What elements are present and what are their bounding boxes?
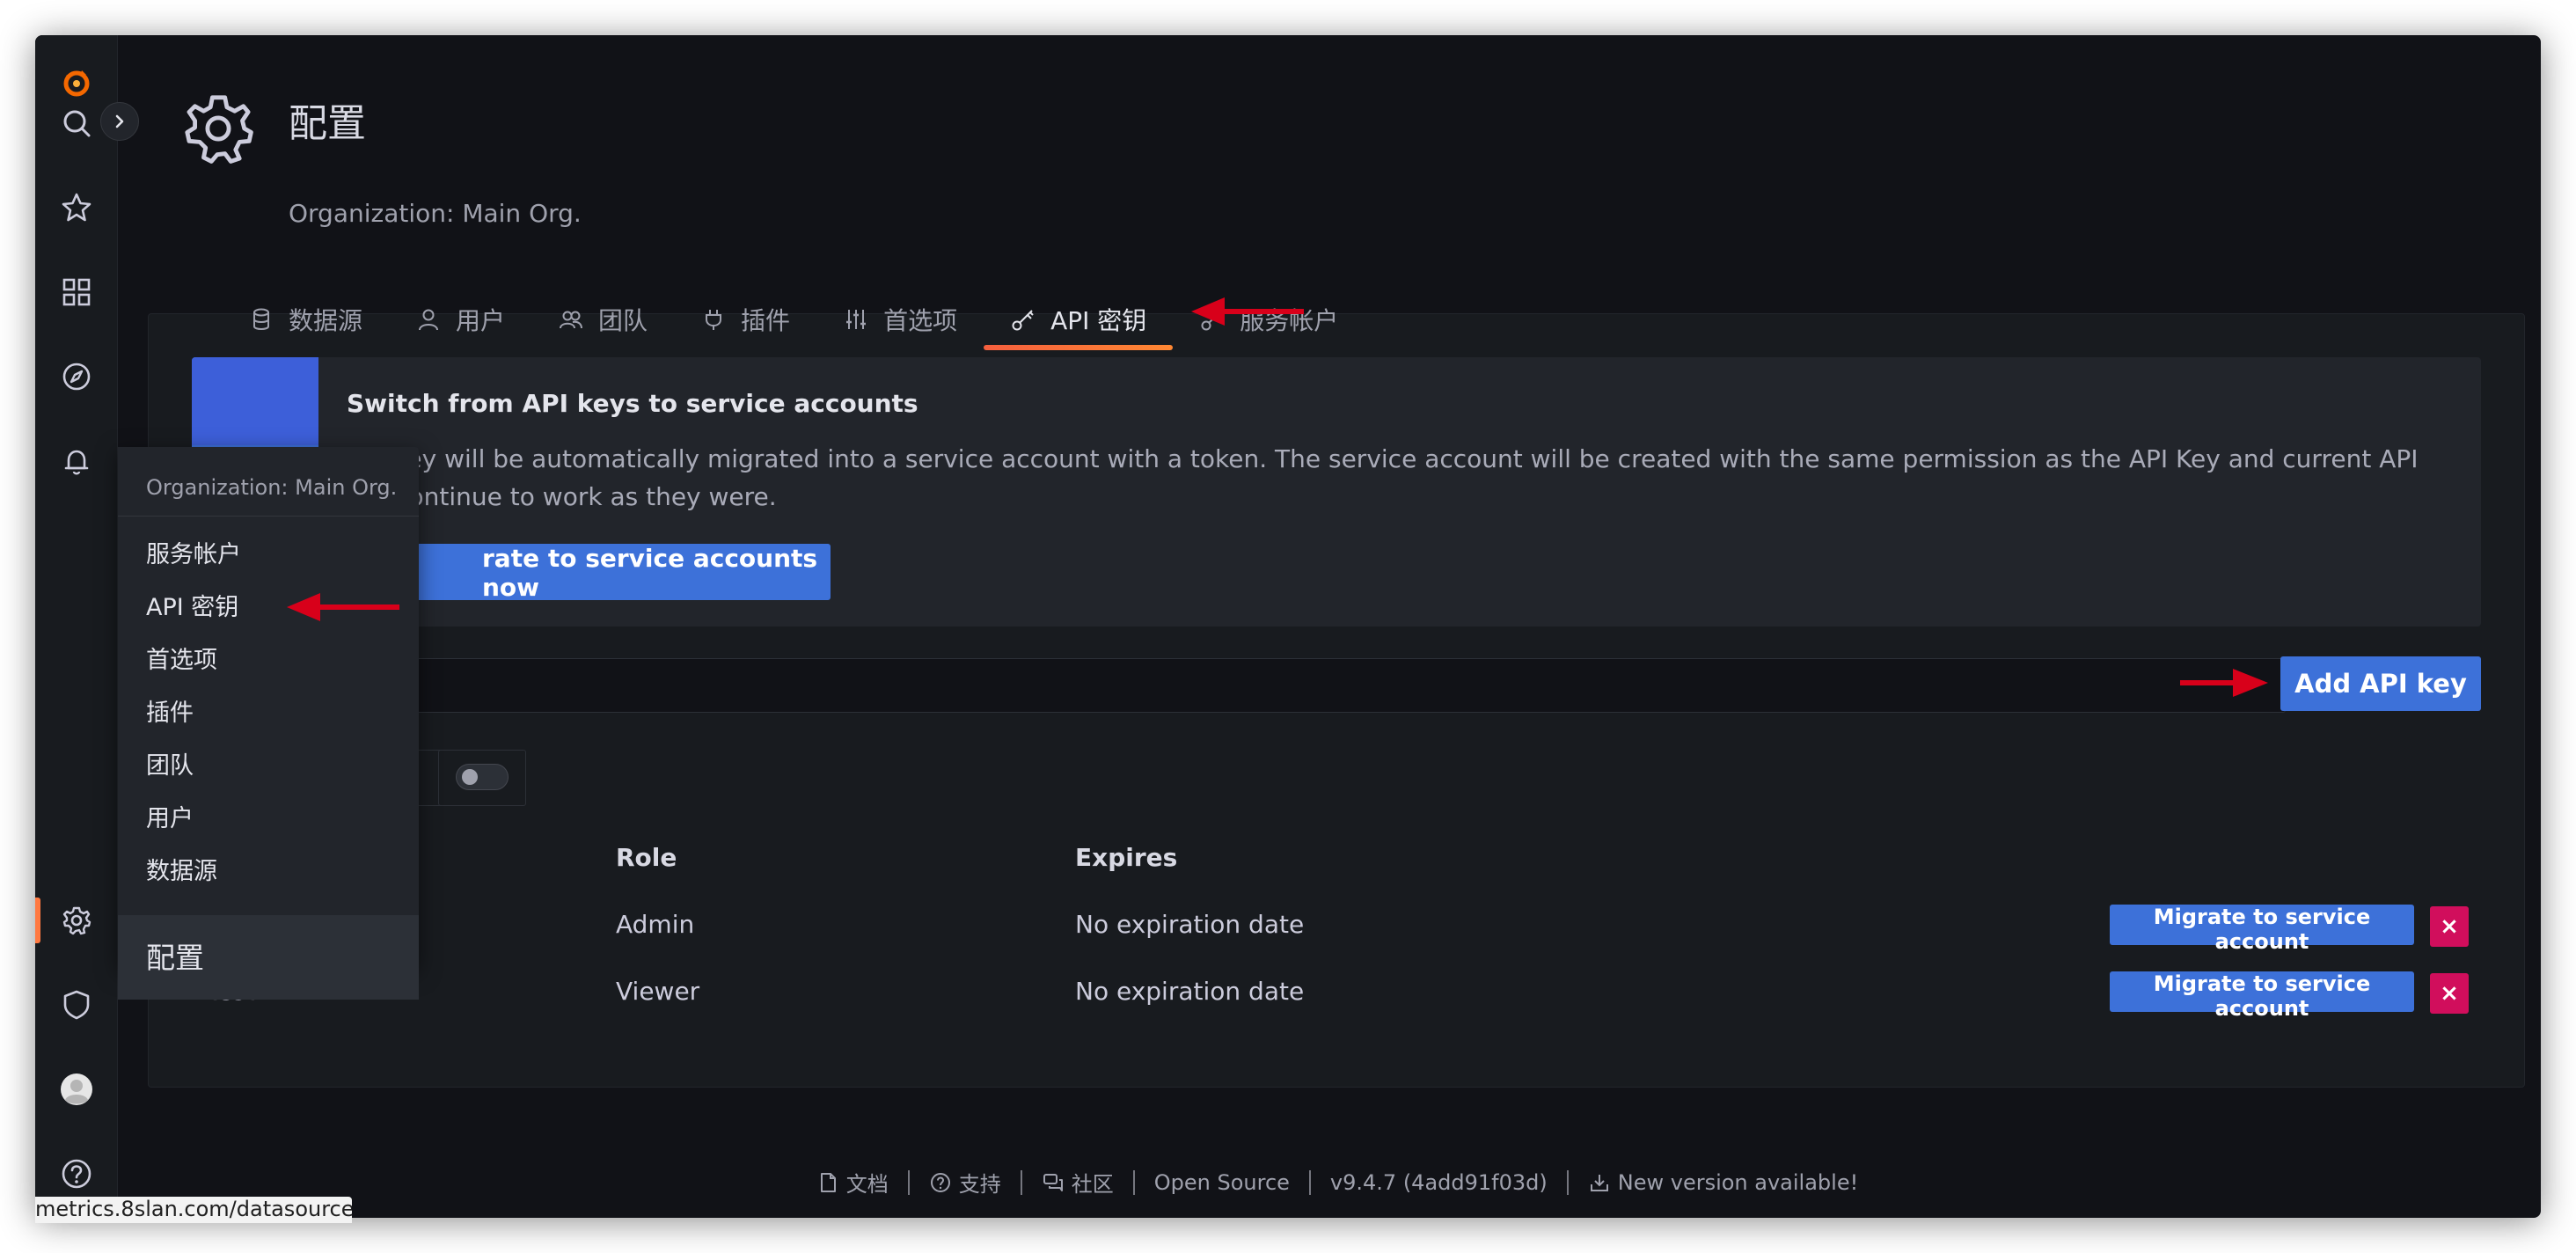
footer-label: 支持 [958, 1172, 1001, 1197]
tab-teams[interactable]: 团队 [531, 292, 674, 347]
shield-icon[interactable] [55, 984, 98, 1026]
alert-stripe-accent [192, 357, 318, 445]
chevron-right-icon [115, 114, 124, 128]
migrate-all-button[interactable]: rate to service accounts now [347, 544, 831, 602]
tab-label: 首选项 [883, 306, 958, 335]
key-icon [1012, 310, 1034, 331]
tab-label: 团队 [598, 306, 648, 335]
annotation-arrow [287, 593, 399, 621]
footer-link-open-source[interactable]: Open Source [1154, 1170, 1290, 1195]
sidebar [35, 35, 118, 1218]
plug-icon [706, 310, 722, 330]
comments-icon [1043, 1173, 1063, 1191]
tab-api-keys[interactable]: API 密钥 [984, 292, 1174, 350]
configuration-menu: Organization: Main Org. 服务帐户 API 密钥 首选项 … [118, 447, 419, 1000]
cell-role: Admin [616, 910, 695, 939]
footer-separator [1308, 1169, 1311, 1195]
delete-key-button[interactable]: × [2430, 906, 2469, 947]
footer-separator [1020, 1169, 1022, 1195]
menu-header: Organization: Main Org. [146, 475, 398, 500]
menu-footer[interactable]: 配置 [118, 915, 419, 1000]
annotation-arrow [2180, 669, 2268, 697]
page-footer: 文档 支持 社区 Open Source v9.4.7 (4add91f03d) [35, 1167, 2541, 1198]
footer-link-community[interactable]: 社区 [1042, 1167, 1114, 1198]
alert-body: API key will be automatically migrated i… [347, 444, 2419, 511]
menu-footer-label: 配置 [146, 941, 204, 975]
show-expired-toggle[interactable] [456, 764, 509, 790]
sliders-icon [846, 310, 867, 329]
toggle-knob [462, 769, 478, 785]
menu-item-plugins[interactable]: 插件 [146, 693, 194, 728]
delete-key-button[interactable]: × [2430, 973, 2469, 1014]
migrate-to-service-account-button[interactable]: Migrate to service account [2110, 905, 2414, 954]
search-icon[interactable] [55, 102, 98, 144]
starred-star-icon[interactable] [55, 187, 98, 229]
users-icon [560, 311, 583, 329]
menu-item-api-keys[interactable]: API 密钥 [146, 588, 238, 622]
page-title: 配置 [289, 101, 366, 146]
document-icon [820, 1172, 836, 1192]
tab-preferences[interactable]: 首选项 [816, 292, 984, 347]
dashboards-icon[interactable] [55, 271, 98, 313]
footer-separator [907, 1169, 910, 1195]
footer-separator [1566, 1169, 1569, 1195]
active-indicator [35, 898, 40, 943]
grafana-logo-icon[interactable] [55, 62, 98, 104]
tab-plugins[interactable]: 插件 [674, 292, 816, 347]
footer-link-new-version[interactable]: New version available! [1588, 1170, 1858, 1195]
user-icon [419, 309, 439, 331]
search-input[interactable] [192, 658, 2286, 713]
tab-label: 数据源 [289, 306, 363, 335]
menu-item-datasources[interactable]: 数据源 [146, 852, 217, 886]
cell-expires: No expiration date [1075, 910, 1305, 939]
footer-version: v9.4.7 (4add91f03d) [1330, 1170, 1548, 1195]
annotation-arrow [1191, 297, 1304, 326]
alert-title: Switch from API keys to service accounts [347, 389, 918, 418]
cell-role: Viewer [616, 977, 700, 1006]
configuration-gear-icon[interactable] [55, 899, 98, 942]
menu-item-service-accounts[interactable]: 服务帐户 [146, 535, 241, 569]
footer-label: New version available! [1617, 1169, 1859, 1195]
tab-label: 插件 [741, 306, 791, 335]
migrate-to-service-account-button[interactable]: Migrate to service account [2110, 971, 2414, 1021]
alerting-bell-icon[interactable] [55, 440, 98, 482]
configuration-gear-icon [185, 95, 253, 164]
status-bar-url: metrics.8slan.com/datasources [35, 1197, 352, 1223]
footer-label: Open Source [1153, 1169, 1290, 1195]
footer-label: 社区 [1071, 1172, 1114, 1197]
menu-divider [118, 516, 419, 517]
footer-link-support[interactable]: 支持 [929, 1167, 1001, 1198]
expand-sidebar-button[interactable] [100, 102, 139, 141]
tab-label: 用户 [456, 306, 506, 335]
database-icon [253, 308, 269, 330]
add-api-key-button[interactable]: Add API key [2280, 656, 2481, 711]
question-circle-icon [930, 1172, 950, 1192]
footer-separator [1132, 1169, 1135, 1195]
tab-users[interactable]: 用户 [389, 292, 531, 347]
menu-item-teams[interactable]: 团队 [146, 746, 194, 780]
tab-datasources[interactable]: 数据源 [222, 292, 389, 347]
migration-alert: Switch from API keys to service accounts… [192, 357, 2481, 626]
explore-compass-icon[interactable] [55, 355, 98, 398]
menu-item-preferences[interactable]: 首选项 [146, 641, 217, 675]
menu-item-users[interactable]: 用户 [146, 799, 194, 833]
footer-label: v9.4.7 (4add91f03d) [1329, 1169, 1548, 1195]
app-window: 配置 Organization: Main Org. 数据源 用户 团队 插件 … [35, 35, 2541, 1218]
tab-label: API 密钥 [1050, 306, 1147, 335]
download-icon [1590, 1174, 1608, 1191]
user-avatar-icon[interactable] [55, 1068, 98, 1110]
cell-expires: No expiration date [1075, 977, 1305, 1006]
column-header-expires: Expires [1075, 843, 1178, 872]
column-header-role: Role [616, 843, 677, 872]
page-subtitle: Organization: Main Org. [289, 199, 582, 228]
footer-label: 文档 [845, 1172, 889, 1197]
footer-link-docs[interactable]: 文档 [816, 1167, 889, 1198]
